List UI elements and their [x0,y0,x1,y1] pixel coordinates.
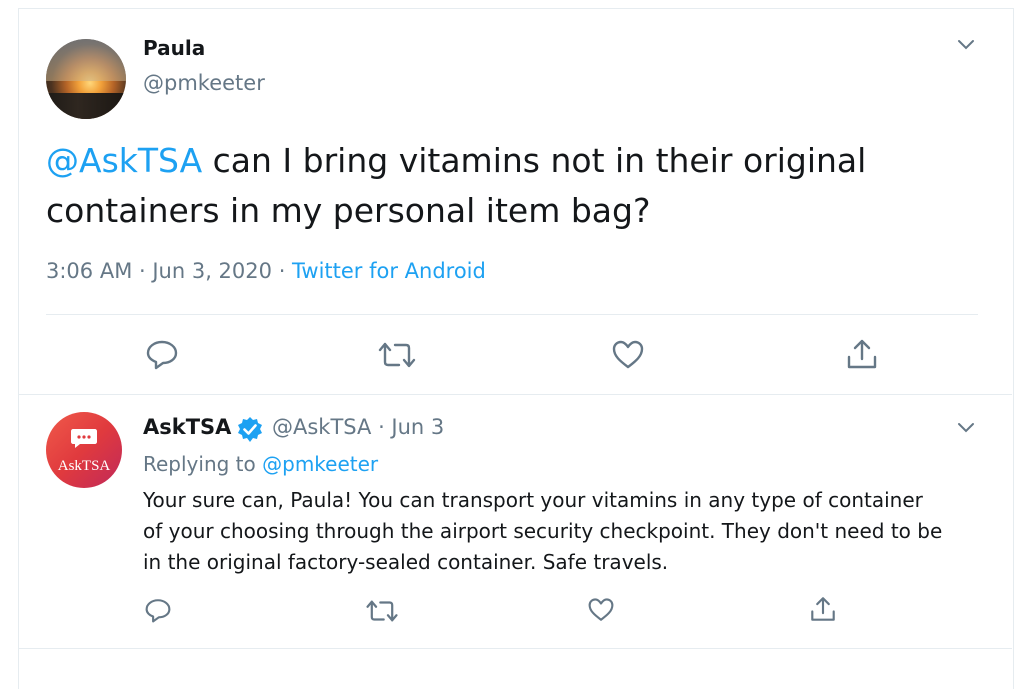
chevron-down-icon[interactable] [956,38,976,52]
divider [18,648,1012,649]
like-icon[interactable] [587,597,615,623]
retweet-icon[interactable] [365,598,399,624]
replying-prefix: Replying to [143,452,263,476]
tweet-date[interactable]: Jun 3, 2020 [152,259,272,283]
divider [18,394,1012,395]
chevron-down-icon[interactable] [956,421,976,435]
like-icon[interactable] [611,339,645,371]
tweet-text: @AskTSA can I bring vitamins not in thei… [46,136,946,236]
retweet-icon[interactable] [377,340,417,370]
avatar-label: AskTSA [57,458,111,474]
tweet-meta: 3:06 AM · Jun 3, 2020 · Twitter for Andr… [46,259,486,283]
reply-icon[interactable] [144,597,172,623]
tweet-time[interactable]: 3:06 AM [46,259,132,283]
author-handle[interactable]: @pmkeeter [143,71,265,95]
verified-icon [236,416,264,448]
mention-link[interactable]: @AskTSA [46,141,202,180]
divider [46,314,978,315]
tweet-date[interactable]: Jun 3 [391,415,444,439]
author-handle[interactable]: @AskTSA [272,415,371,439]
replying-to: Replying to @pmkeeter [143,452,378,476]
author-handle-and-date: @AskTSA · Jun 3 [272,415,444,439]
meta-separator: · [272,259,293,283]
mention-link[interactable]: @pmkeeter [262,452,378,476]
meta-separator: · [371,415,392,439]
reply-icon[interactable] [145,338,179,370]
avatar[interactable] [46,39,126,119]
meta-separator: · [132,259,153,283]
tweet-source[interactable]: Twitter for Android [292,259,486,283]
share-icon[interactable] [809,595,837,623]
share-icon[interactable] [845,337,879,371]
avatar[interactable]: AskTSA [46,412,122,488]
chat-bubble-icon [71,429,97,448]
tweet-body: Your sure can, Paula! You can transport … [143,488,943,574]
author-name[interactable]: Paula [143,36,205,60]
author-name[interactable]: AskTSA [143,415,231,439]
